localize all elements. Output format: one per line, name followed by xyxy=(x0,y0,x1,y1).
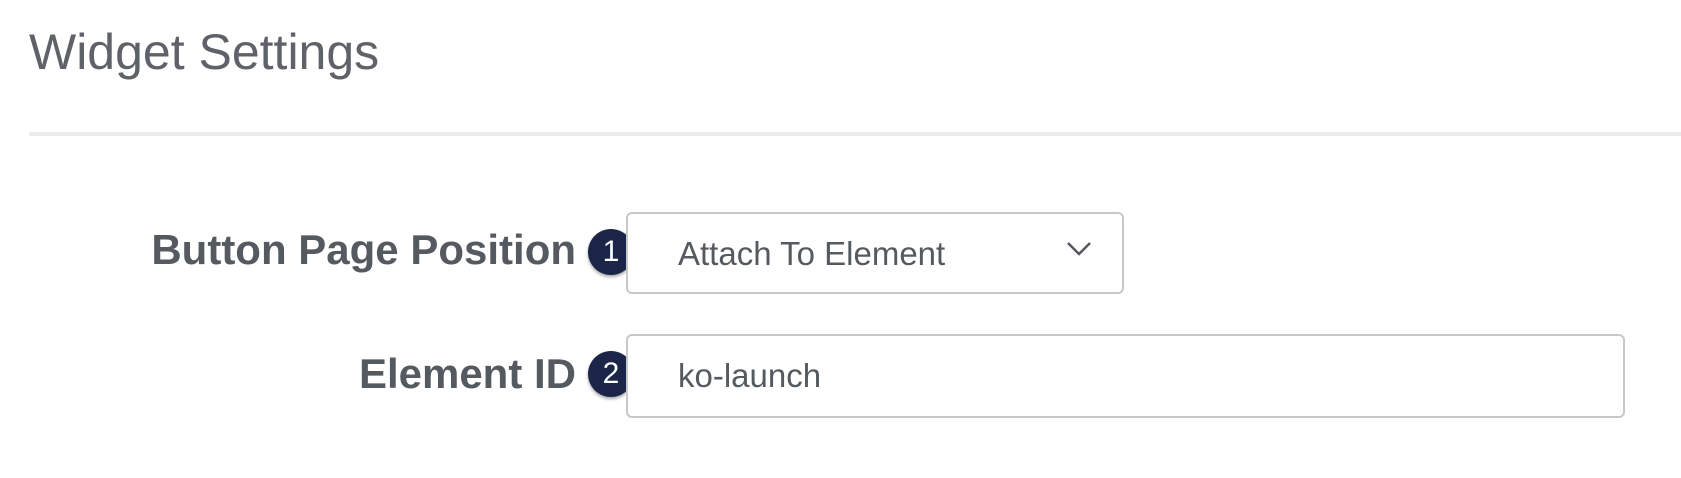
section-divider xyxy=(29,132,1681,136)
element-id-input[interactable] xyxy=(626,334,1625,418)
element-id-label: Element ID xyxy=(358,350,576,397)
button-page-position-label: Button Page Position xyxy=(151,226,576,273)
chevron-down-icon xyxy=(1067,242,1091,256)
page-title: Widget Settings xyxy=(29,24,380,80)
select-current-value: Attach To Element xyxy=(678,235,946,272)
button-page-position-select[interactable]: Attach To Element xyxy=(626,212,1124,294)
